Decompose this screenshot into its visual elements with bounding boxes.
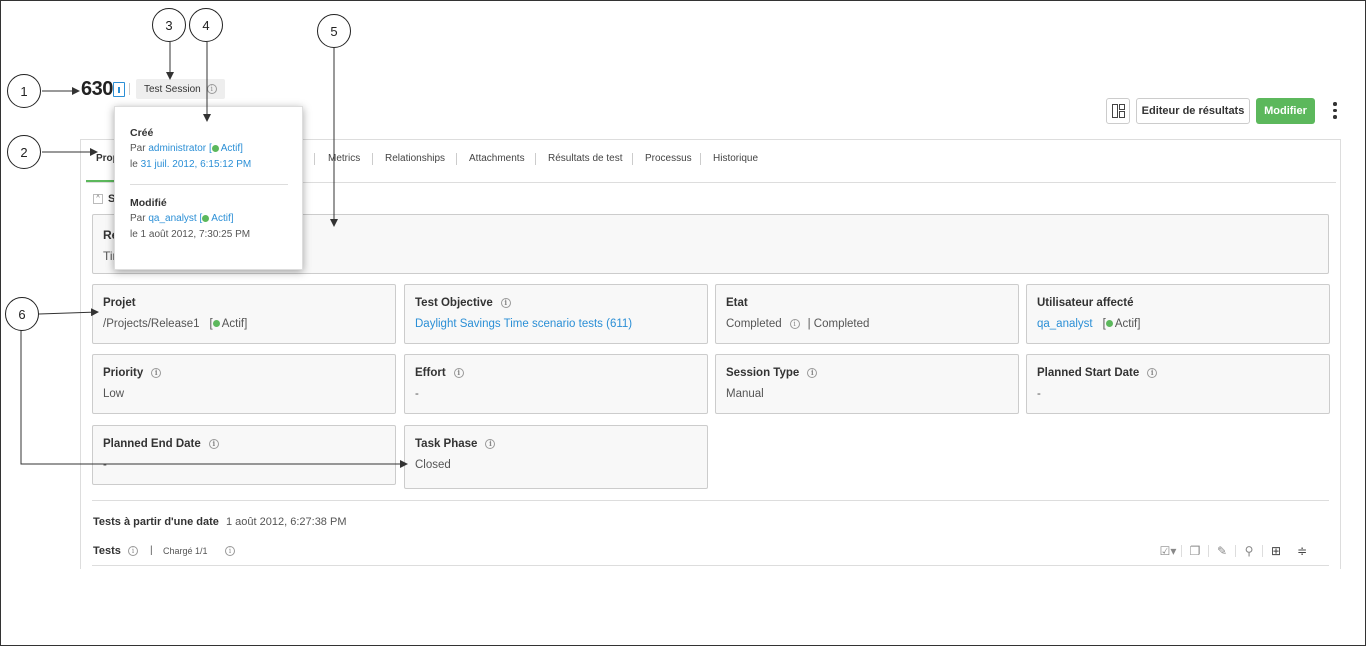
layout-icon <box>1112 104 1118 118</box>
type-badge-label: Test Session <box>144 83 201 95</box>
collapse-icon[interactable]: ^ <box>93 194 103 204</box>
results-editor-button[interactable]: Editeur de résultats <box>1136 98 1250 124</box>
callout-3: 3 <box>152 8 186 42</box>
tab-processus[interactable]: Processus <box>645 153 692 164</box>
type-badge[interactable]: Test Session i <box>136 79 225 99</box>
info-icon[interactable]: i <box>453 368 464 378</box>
status-text: Actif <box>221 318 245 330</box>
status-dot-icon <box>212 320 220 328</box>
tab-historique[interactable]: Historique <box>713 153 758 164</box>
info-icon[interactable]: i <box>789 319 800 329</box>
field-value: /Projects/Release1 <box>103 318 200 330</box>
info-icon[interactable]: i <box>225 546 235 556</box>
more-options-icon[interactable] <box>1330 100 1340 122</box>
tab-relationships[interactable]: Relationships <box>385 153 445 164</box>
tests-loaded-count: Chargé 1/1 <box>163 546 208 556</box>
field-task-phase: Task Phase i Closed <box>404 425 708 489</box>
test-objective-link[interactable]: Daylight Savings Time scenario tests (61… <box>415 318 632 330</box>
field-utilisateur: Utilisateur affecté qa_analyst [Actif] <box>1026 284 1330 344</box>
user-link[interactable]: qa_analyst <box>1037 318 1093 330</box>
field-label: Utilisateur affecté <box>1037 297 1134 309</box>
field-label: Effort <box>415 367 446 379</box>
field-label: Projet <box>103 297 136 309</box>
tab-metrics[interactable]: Metrics <box>328 153 360 164</box>
modified-on-line: le 1 août 2012, 7:30:25 PM <box>130 229 251 240</box>
created-on-line: le 31 juil. 2012, 6:15:12 PM <box>130 159 252 170</box>
filter-icon[interactable]: ⚲ <box>1236 544 1262 558</box>
status-text: Actif <box>1114 318 1138 330</box>
field-test-objective: Test Objective i Daylight Savings Time sc… <box>404 284 708 344</box>
field-value: Manual <box>726 388 764 400</box>
layout-toggle-button[interactable] <box>1106 98 1130 124</box>
field-projet: Projet /Projects/Release1 [Actif] <box>92 284 396 344</box>
created-date: 31 juil. 2012, 6:15:12 PM <box>140 159 252 170</box>
field-value: Low <box>103 388 125 400</box>
tests-separator: | <box>150 545 153 556</box>
status-dot-icon <box>211 144 219 152</box>
tab-attachments[interactable]: Attachments <box>469 153 525 164</box>
info-icon[interactable]: i <box>807 368 818 378</box>
status-dot-icon <box>1105 320 1113 328</box>
created-heading: Créé <box>130 127 154 139</box>
modified-by-line: Par qa_analyst [Actif] <box>130 213 234 224</box>
callout-6: 6 <box>5 297 39 331</box>
field-value: Completed <box>726 318 782 330</box>
field-session-type: Session Type i Manual <box>715 354 1019 414</box>
callout-1: 1 <box>7 74 41 108</box>
field-label: Etat <box>726 297 748 309</box>
field-label: Planned End Date <box>103 438 201 450</box>
modified-heading: Modifié <box>130 197 167 209</box>
modify-button[interactable]: Modifier <box>1256 98 1315 124</box>
tests-divider <box>92 565 1329 566</box>
callout-2: 2 <box>7 135 41 169</box>
field-planned-end-date: Planned End Date i - <box>92 425 396 485</box>
modified-status: Actif <box>211 213 231 224</box>
field-value: - <box>1037 388 1041 400</box>
columns-icon[interactable]: ⊞ <box>1263 544 1289 558</box>
status-dot-icon <box>202 214 210 222</box>
info-icon[interactable]: i <box>485 439 496 449</box>
field-label: Test Objective <box>415 297 493 309</box>
copy-icon[interactable]: ❐ <box>1182 544 1208 558</box>
created-by-user-link[interactable]: administrator <box>148 143 206 154</box>
field-etat: Etat Completed i | Completed <box>715 284 1019 344</box>
info-icon[interactable]: i <box>151 368 162 378</box>
density-icon[interactable]: ≑ <box>1289 544 1315 558</box>
field-label: Task Phase <box>415 438 478 450</box>
field-label: Planned Start Date <box>1037 367 1140 379</box>
field-value-secondary: | Completed <box>807 318 870 330</box>
field-planned-start-date: Planned Start Date i - <box>1026 354 1330 414</box>
field-label: Priority <box>103 367 144 379</box>
callout-4: 4 <box>189 8 223 42</box>
edit-icon[interactable]: ✎ <box>1209 544 1235 558</box>
tests-toolbar: ☑▾ ❐ ✎ ⚲ ⊞ ≑ <box>1155 544 1315 558</box>
tests-date-value: 1 août 2012, 6:27:38 PM <box>226 516 347 528</box>
run-test-icon[interactable]: ☑▾ <box>1155 544 1181 558</box>
field-value: - <box>415 388 419 400</box>
field-value: - <box>103 459 107 471</box>
document-info-icon[interactable] <box>113 82 125 97</box>
callout-5: 5 <box>317 14 351 48</box>
info-icon[interactable]: i <box>206 84 217 94</box>
created-status: Actif <box>220 143 241 154</box>
header-separator <box>129 83 130 95</box>
modified-by-user-link[interactable]: qa_analyst <box>148 213 196 224</box>
field-label: Session Type <box>726 367 800 379</box>
audit-popover: Créé Par administrator [Actif] le 31 jui… <box>114 106 303 270</box>
section-divider <box>92 500 1329 501</box>
created-by-line: Par administrator [Actif] <box>130 143 243 154</box>
info-icon[interactable]: i <box>500 298 511 308</box>
info-icon[interactable]: i <box>208 439 219 449</box>
info-icon[interactable]: i <box>128 546 138 556</box>
item-id: 630 <box>81 78 113 100</box>
info-icon[interactable]: i <box>1147 368 1158 378</box>
field-priority: Priority i Low <box>92 354 396 414</box>
popover-divider <box>130 184 288 185</box>
tab-test-results[interactable]: Résultats de test <box>548 153 622 164</box>
field-value: Closed <box>415 459 451 471</box>
field-effort: Effort i - <box>404 354 708 414</box>
tests-label: Tests <box>93 545 121 557</box>
tests-date-label: Tests à partir d'une date <box>93 516 219 528</box>
